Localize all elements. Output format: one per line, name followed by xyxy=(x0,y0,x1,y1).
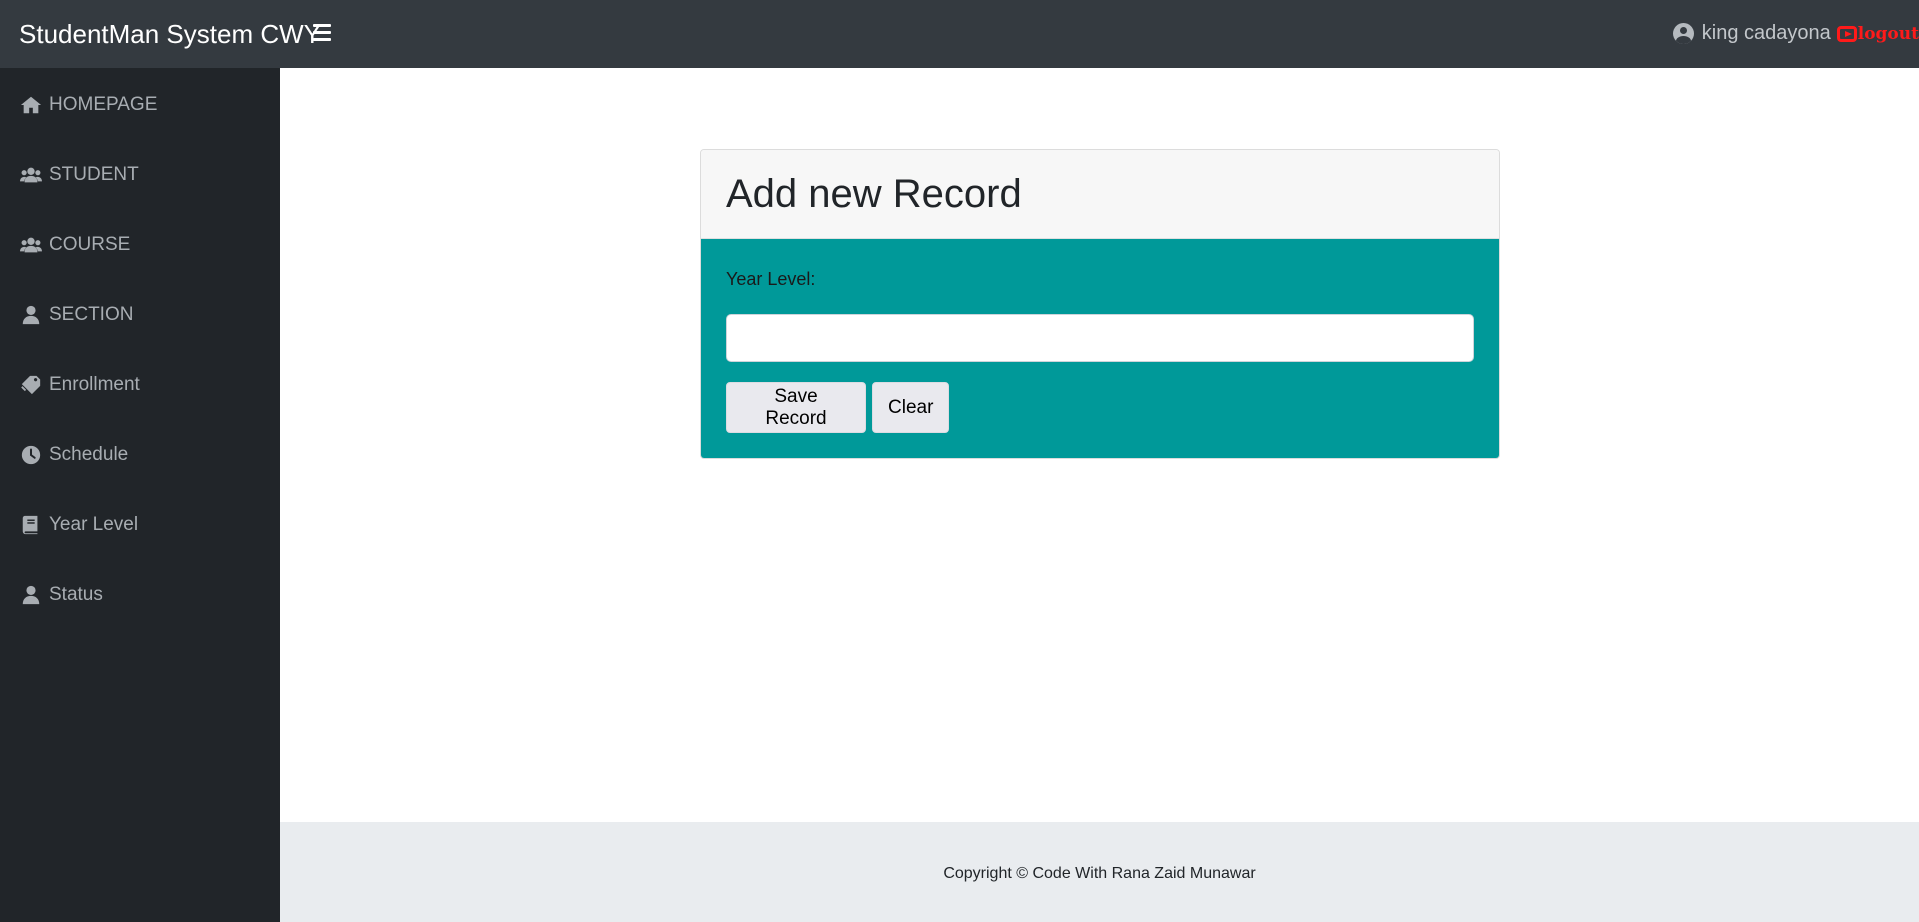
sidebar-item-schedule[interactable]: Schedule xyxy=(20,440,128,470)
sidebar-item-label: STUDENT xyxy=(49,164,139,185)
sidebar-item-label: COURSE xyxy=(49,234,131,255)
sidebar-item-enrollment[interactable]: Enrollment xyxy=(20,370,140,400)
sidebar-item-course[interactable]: COURSE xyxy=(20,230,130,260)
logout-label: logout xyxy=(1857,23,1919,44)
brand-title[interactable]: StudentMan System CWY xyxy=(19,19,321,50)
add-record-card: Add new Record Year Level: Save Record C… xyxy=(700,149,1500,459)
tag-icon xyxy=(20,374,42,396)
year-level-input[interactable] xyxy=(726,314,1474,362)
user-name: king cadayona xyxy=(1701,22,1831,44)
user-icon xyxy=(20,584,42,606)
card-header: Add new Record xyxy=(701,150,1499,239)
sign-out-icon xyxy=(1836,25,1857,42)
sidebar-item-label: Schedule xyxy=(49,444,129,465)
sidebar-item-label: Status xyxy=(49,584,103,605)
save-record-button[interactable]: Save Record xyxy=(726,382,866,433)
sidebar-item-status[interactable]: Status xyxy=(20,580,103,610)
sidebar-item-label: HOMEPAGE xyxy=(49,94,158,115)
copyright-text: Copyright © Code With Rana Zaid Munawar xyxy=(943,865,1256,882)
sidebar-item-label: Year Level xyxy=(49,514,139,535)
footer: Copyright © Code With Rana Zaid Munawar xyxy=(280,822,1919,922)
year-level-label: Year Level: xyxy=(726,269,816,289)
user-area: king cadayona logout xyxy=(1672,22,1919,45)
sidebar: HOMEPAGE STUDENT COURSE SECTION Enrollme… xyxy=(0,68,280,922)
sidebar-item-label: Enrollment xyxy=(49,374,140,395)
sidebar-item-section[interactable]: SECTION xyxy=(20,300,133,330)
top-navbar: StudentMan System CWY king cadayona logo… xyxy=(0,0,1919,68)
users-icon xyxy=(20,234,42,256)
clear-button[interactable]: Clear xyxy=(872,382,949,433)
clock-icon xyxy=(20,444,42,466)
sidebar-item-homepage[interactable]: HOMEPAGE xyxy=(20,90,157,120)
sidebar-item-label: SECTION xyxy=(49,304,134,325)
users-icon xyxy=(20,164,42,186)
home-icon xyxy=(20,94,42,116)
sidebar-item-year-level[interactable]: Year Level xyxy=(20,510,138,540)
user-icon xyxy=(20,304,42,326)
menu-toggle-icon[interactable] xyxy=(313,24,331,44)
user-circle-icon xyxy=(1672,23,1694,44)
page-title: Add new Record xyxy=(726,172,1022,216)
card-body: Year Level: Save Record Clear xyxy=(701,239,1499,458)
book-icon xyxy=(20,514,42,536)
main-content: Add new Record Year Level: Save Record C… xyxy=(280,68,1919,822)
sidebar-item-student[interactable]: STUDENT xyxy=(20,160,139,190)
logout-link[interactable]: logout xyxy=(1836,23,1919,44)
